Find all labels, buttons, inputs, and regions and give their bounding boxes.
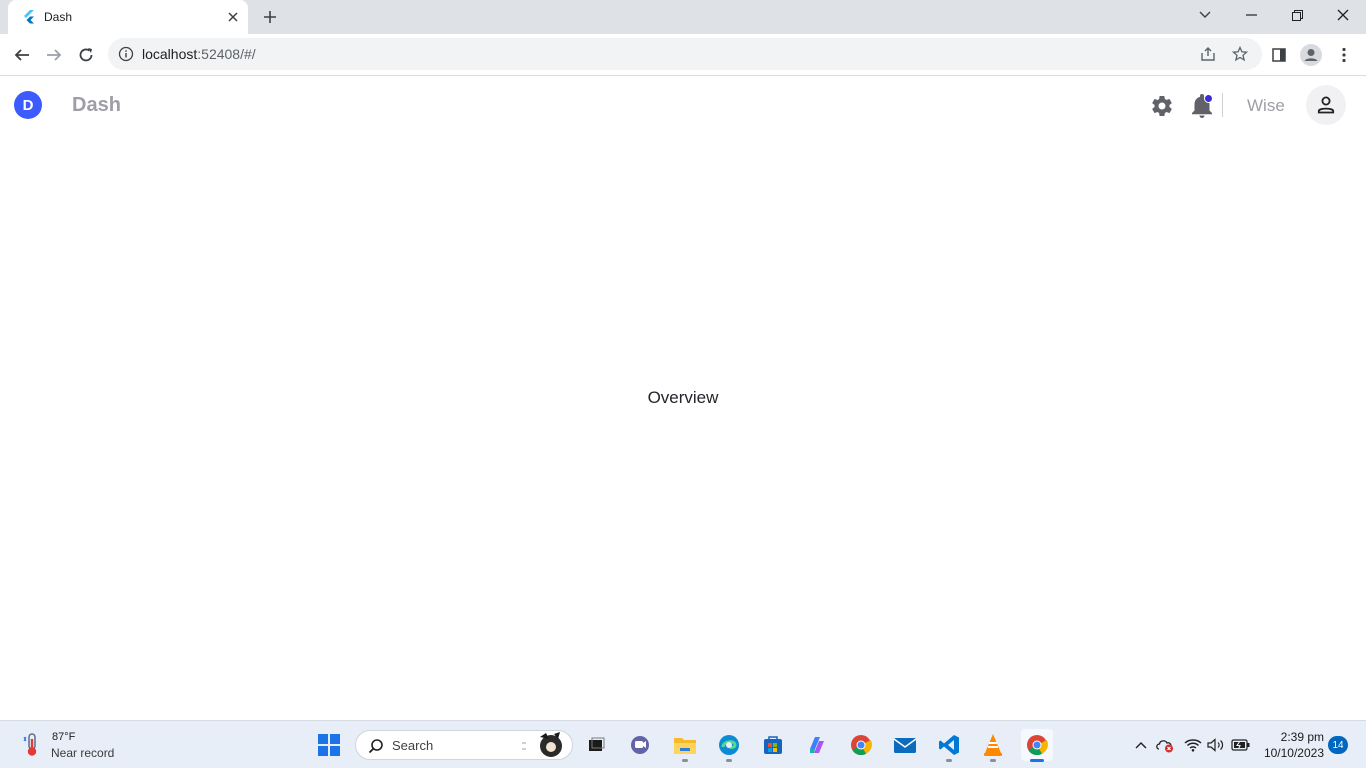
share-icon[interactable] — [1199, 45, 1217, 63]
restore-icon[interactable] — [1274, 0, 1320, 30]
tab-search-chevron-icon[interactable] — [1182, 0, 1228, 30]
header-divider — [1222, 93, 1223, 117]
notification-dot — [1204, 94, 1213, 103]
url-text: localhost:52408/#/ — [142, 46, 256, 62]
settings-gear-icon[interactable] — [1150, 94, 1174, 118]
thermometer-icon[interactable] — [22, 733, 42, 757]
copilot-icon[interactable] — [801, 729, 833, 761]
browser-tab-strip: Dash — [0, 0, 1366, 34]
minimize-icon[interactable] — [1228, 0, 1274, 30]
app-running-indicator — [682, 759, 688, 762]
search-icon — [368, 739, 383, 754]
app-running-indicator — [990, 759, 996, 762]
chrome-icon[interactable] — [845, 729, 877, 761]
browser-toolbar: localhost:52408/#/ — [0, 34, 1366, 76]
vscode-icon[interactable] — [933, 729, 965, 762]
reload-icon[interactable] — [72, 41, 100, 69]
url-path: :52408/#/ — [197, 46, 256, 62]
volume-icon[interactable] — [1206, 735, 1226, 755]
site-info-icon[interactable] — [118, 46, 134, 62]
close-window-icon[interactable] — [1320, 0, 1366, 30]
search-highlight-art-icon — [522, 732, 562, 757]
notification-count-badge[interactable]: 14 — [1328, 736, 1348, 754]
notifications-bell[interactable] — [1190, 93, 1214, 119]
battery-charging-icon[interactable] — [1231, 735, 1251, 755]
vlc-icon[interactable] — [977, 729, 1009, 762]
app-running-indicator — [726, 759, 732, 762]
start-icon[interactable] — [318, 734, 340, 756]
task-view-icon[interactable] — [580, 729, 612, 761]
flutter-favicon-icon — [24, 10, 34, 24]
app-logo[interactable]: D — [14, 91, 42, 119]
tab-title: Dash — [44, 10, 73, 24]
bookmark-star-icon[interactable] — [1231, 45, 1249, 63]
clock-time[interactable]: 2:39 pm — [1268, 730, 1324, 744]
forward-icon[interactable] — [40, 41, 68, 69]
url-host: localhost — [142, 46, 198, 62]
browser-tab[interactable]: Dash — [8, 0, 248, 34]
file-explorer-icon[interactable] — [669, 729, 701, 762]
address-bar[interactable]: localhost:52408/#/ — [108, 38, 1262, 70]
search-placeholder: Search — [392, 738, 434, 753]
wifi-icon[interactable] — [1183, 735, 1203, 755]
page-title: Overview — [647, 388, 719, 407]
app-title: Dash — [72, 94, 121, 116]
tab-close-icon[interactable] — [224, 8, 242, 26]
person-icon — [1317, 96, 1335, 114]
windows-taskbar: 87°F Near record Search 2:39 pm 10/10/20… — [0, 720, 1366, 768]
side-panel-icon[interactable] — [1266, 42, 1292, 68]
profile-icon[interactable] — [1298, 42, 1324, 68]
mail-icon[interactable] — [889, 729, 921, 761]
teams-chat-icon[interactable] — [624, 729, 656, 761]
username-label[interactable]: Wise — [1247, 96, 1285, 116]
menu-kebab-icon[interactable] — [1331, 42, 1357, 68]
user-avatar-button[interactable] — [1306, 85, 1346, 125]
clock-date[interactable]: 10/10/2023 — [1258, 746, 1324, 760]
taskbar-search[interactable]: Search — [355, 730, 573, 760]
main-content: Overview — [0, 135, 1366, 720]
onedrive-error-icon[interactable] — [1155, 735, 1175, 755]
edge-icon[interactable] — [713, 729, 745, 762]
new-tab-icon[interactable] — [259, 6, 281, 28]
show-hidden-icons-chevron-icon[interactable] — [1131, 735, 1151, 755]
weather-temperature[interactable]: 87°F — [52, 731, 75, 743]
app-running-indicator — [946, 759, 952, 762]
back-icon[interactable] — [8, 41, 36, 69]
weather-description[interactable]: Near record — [51, 746, 114, 760]
app-header: D Dash Wise — [0, 77, 1366, 135]
store-icon[interactable] — [757, 729, 789, 761]
chrome-active-icon[interactable] — [1021, 729, 1053, 762]
app-active-indicator — [1030, 759, 1044, 762]
